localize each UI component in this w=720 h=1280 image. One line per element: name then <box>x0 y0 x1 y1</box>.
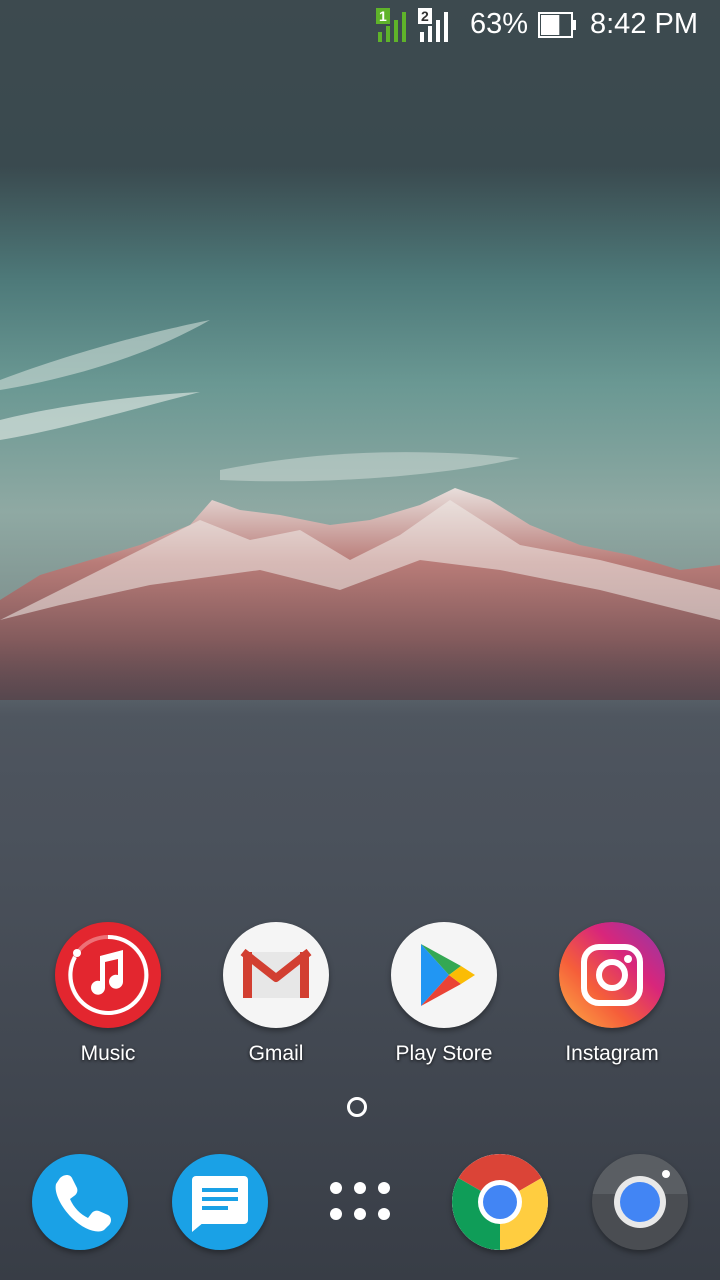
gmail-icon <box>223 922 329 1028</box>
app-label: Music <box>80 1042 136 1065</box>
sim2-signal-icon: 2 <box>418 8 454 50</box>
dock-messages-button[interactable] <box>172 1154 268 1250</box>
instagram-icon <box>559 922 665 1028</box>
svg-text:1: 1 <box>379 8 387 24</box>
app-label: Instagram <box>565 1042 659 1065</box>
sim1-signal-icon: 1 <box>376 8 412 50</box>
app-play-store[interactable]: Play Store <box>364 922 524 1066</box>
all-apps-icon <box>330 1182 390 1220</box>
play-store-icon <box>391 922 497 1028</box>
svg-text:2: 2 <box>421 8 429 24</box>
app-instagram[interactable]: Instagram <box>532 922 692 1066</box>
app-label: Play Store <box>395 1042 493 1065</box>
app-gmail[interactable]: Gmail <box>196 922 356 1066</box>
page-indicator[interactable] <box>347 1097 367 1117</box>
messages-icon <box>192 1176 248 1232</box>
all-apps-button[interactable] <box>322 1170 398 1234</box>
dock-phone-button[interactable] <box>32 1154 128 1250</box>
wallpaper-mountains <box>0 0 720 1280</box>
music-icon <box>55 922 161 1028</box>
app-label: Gmail <box>248 1042 304 1065</box>
phone-icon <box>55 1175 111 1232</box>
status-time: 8:42 PM <box>590 8 698 40</box>
status-bar: 1 2 63% 8:42 PM <box>0 0 720 50</box>
chrome-icon <box>452 1154 548 1250</box>
camera-icon <box>592 1154 688 1228</box>
dock-chrome-button[interactable] <box>452 1154 548 1250</box>
battery-icon <box>538 12 578 46</box>
dock-camera-button[interactable] <box>592 1154 688 1250</box>
app-music[interactable]: Music <box>28 922 188 1066</box>
battery-percentage: 63% <box>470 8 529 40</box>
